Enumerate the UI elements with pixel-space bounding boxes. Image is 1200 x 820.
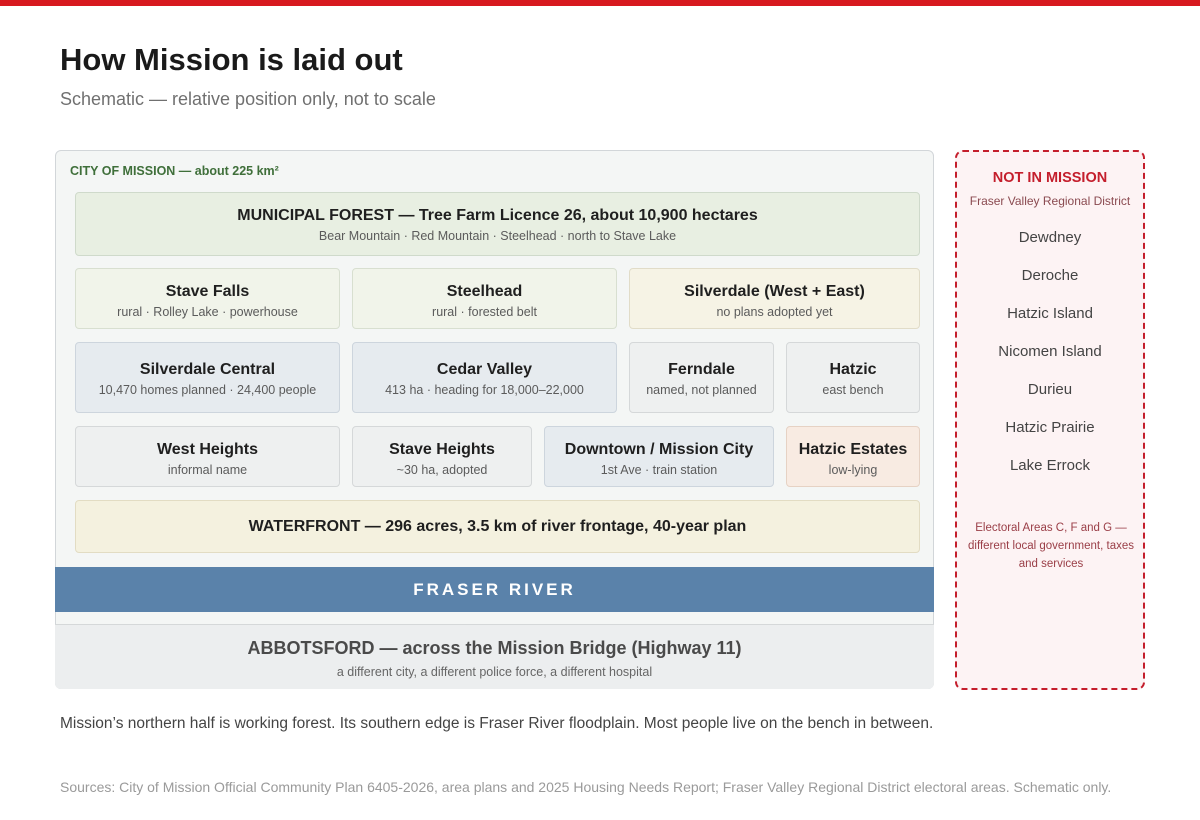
area-cedar-valley: Cedar Valley 413 ha · heading for 18,000…	[352, 342, 617, 413]
list-item: Nicomen Island	[998, 343, 1102, 360]
panel-title: NOT IN MISSION	[992, 170, 1108, 186]
sources-note: Sources: City of Mission Official Commun…	[60, 779, 1112, 795]
area-description: ~30 ha, adopted	[396, 463, 488, 477]
list-item: Deroche	[1021, 267, 1079, 284]
area-downtown-mission-city: Downtown / Mission City 1st Ave · train …	[544, 426, 774, 487]
accent-bar	[0, 0, 1200, 6]
caption: Mission’s northern half is working fores…	[60, 715, 934, 732]
list-item: Hatzic Prairie	[1005, 419, 1095, 436]
area-name: Cedar Valley	[436, 361, 533, 378]
zone-name: WATERFRONT — 296 acres, 3.5 km of river …	[248, 518, 747, 535]
area-name: West Heights	[156, 441, 259, 458]
area-description: 1st Ave · train station	[600, 463, 718, 477]
panel-note: Electoral Areas C, F and G — different l…	[968, 522, 1134, 570]
area-description: rural · Rolley Lake · powerhouse	[117, 305, 298, 319]
list-item: Dewdney	[1018, 229, 1082, 246]
area-stave-falls: Stave Falls rural · Rolley Lake · powerh…	[75, 268, 340, 329]
abbotsford-zone: ABBOTSFORD — across the Mission Bridge (…	[55, 624, 934, 689]
zone-name: MUNICIPAL FOREST — Tree Farm Licence 26,…	[237, 207, 758, 224]
area-description: 10,470 homes planned · 24,400 people	[98, 383, 317, 397]
area-description: informal name	[167, 463, 248, 477]
zone-description: Bear Mountain · Red Mountain · Steelhead…	[318, 229, 677, 243]
city-label: CITY OF MISSION — about 225 km²	[70, 164, 279, 178]
area-description: low-lying	[828, 463, 878, 477]
municipal-forest-zone: MUNICIPAL FOREST — Tree Farm Licence 26,…	[75, 192, 920, 256]
area-name: Stave Falls	[165, 283, 250, 300]
panel-subtitle: Fraser Valley Regional District	[969, 194, 1131, 208]
zone-name: ABBOTSFORD — across the Mission Bridge (…	[247, 638, 742, 658]
area-name: Hatzic	[829, 361, 877, 378]
zone-description: a different city, a different police for…	[336, 665, 653, 679]
area-description: named, not planned	[646, 383, 757, 397]
area-description: no plans adopted yet	[716, 305, 833, 319]
area-silverdale-west-east: Silverdale (West + East) no plans adopte…	[629, 268, 920, 329]
area-name: Stave Heights	[389, 441, 495, 458]
list-item: Hatzic Island	[1007, 305, 1093, 322]
area-name: Silverdale Central	[139, 361, 276, 378]
fraser-river: FRASER RIVER	[55, 567, 934, 612]
not-in-mission-panel: NOT IN MISSION Fraser Valley Regional Di…	[955, 150, 1145, 690]
waterfront-zone: WATERFRONT — 296 acres, 3.5 km of river …	[75, 500, 920, 553]
area-description: 413 ha · heading for 18,000–22,000	[385, 383, 584, 397]
area-ferndale: Ferndale named, not planned	[629, 342, 774, 413]
area-stave-heights: Stave Heights ~30 ha, adopted	[352, 426, 532, 487]
list-item: Durieu	[1027, 381, 1073, 398]
area-name: Hatzic Estates	[798, 441, 908, 458]
place-list: Dewdney Deroche Hatzic Island Nicomen Is…	[957, 229, 1143, 495]
area-name: Silverdale (West + East)	[684, 283, 865, 300]
list-item: Lake Errock	[1009, 457, 1091, 474]
page-title: How Mission is laid out	[60, 42, 403, 77]
area-name: Steelhead	[446, 283, 523, 300]
area-hatzic: Hatzic east bench	[786, 342, 920, 413]
area-name: Ferndale	[668, 361, 735, 378]
area-steelhead: Steelhead rural · forested belt	[352, 268, 617, 329]
area-description: rural · forested belt	[432, 305, 537, 319]
page-subtitle: Schematic — relative position only, not …	[60, 89, 436, 109]
area-hatzic-estates: Hatzic Estates low-lying	[786, 426, 920, 487]
area-silverdale-central: Silverdale Central 10,470 homes planned …	[75, 342, 340, 413]
area-name: Downtown / Mission City	[564, 441, 754, 458]
area-description: east bench	[822, 383, 884, 397]
area-west-heights: West Heights informal name	[75, 426, 340, 487]
